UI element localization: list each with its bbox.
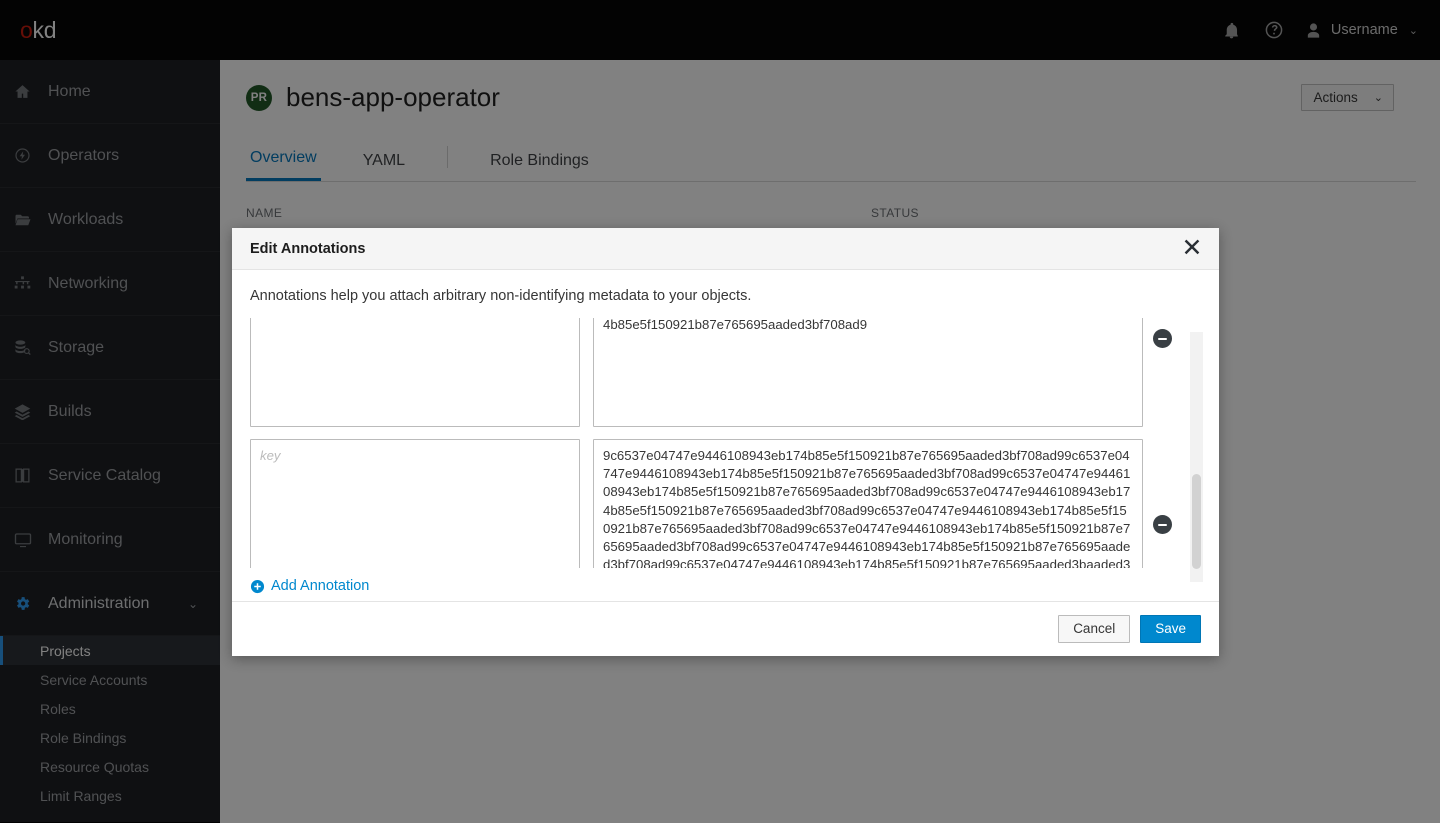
annotation-row (250, 318, 1201, 427)
annotation-rows-viewport (250, 318, 1201, 568)
cancel-button[interactable]: Cancel (1058, 615, 1130, 643)
modal-title: Edit Annotations (250, 241, 365, 257)
edit-annotations-modal: Edit Annotations ✕ Annotations help you … (232, 228, 1219, 656)
annotation-value-input[interactable] (593, 318, 1143, 427)
plus-circle-icon (250, 579, 265, 594)
add-annotation-label: Add Annotation (271, 578, 369, 594)
modal-footer: Cancel Save (232, 601, 1219, 656)
save-button[interactable]: Save (1140, 615, 1201, 643)
annotation-key-input[interactable] (250, 439, 580, 568)
modal-description: Annotations help you attach arbitrary no… (250, 288, 1201, 304)
annotation-row (250, 439, 1201, 568)
modal-body: Annotations help you attach arbitrary no… (232, 270, 1219, 601)
annotation-value-input[interactable] (593, 439, 1143, 568)
close-icon[interactable]: ✕ (1179, 236, 1205, 262)
scrollbar-thumb[interactable] (1192, 474, 1201, 569)
annotation-rows-list (250, 318, 1201, 568)
add-annotation-button[interactable]: Add Annotation (250, 578, 369, 594)
minus-circle-icon[interactable] (1153, 515, 1172, 534)
modal-scrollbar[interactable] (1190, 332, 1203, 582)
modal-header: Edit Annotations ✕ (232, 228, 1219, 270)
minus-circle-icon[interactable] (1153, 329, 1172, 348)
app-root: okd Username ⌄ Home Operators (0, 0, 1440, 823)
annotation-key-input[interactable] (250, 318, 580, 427)
